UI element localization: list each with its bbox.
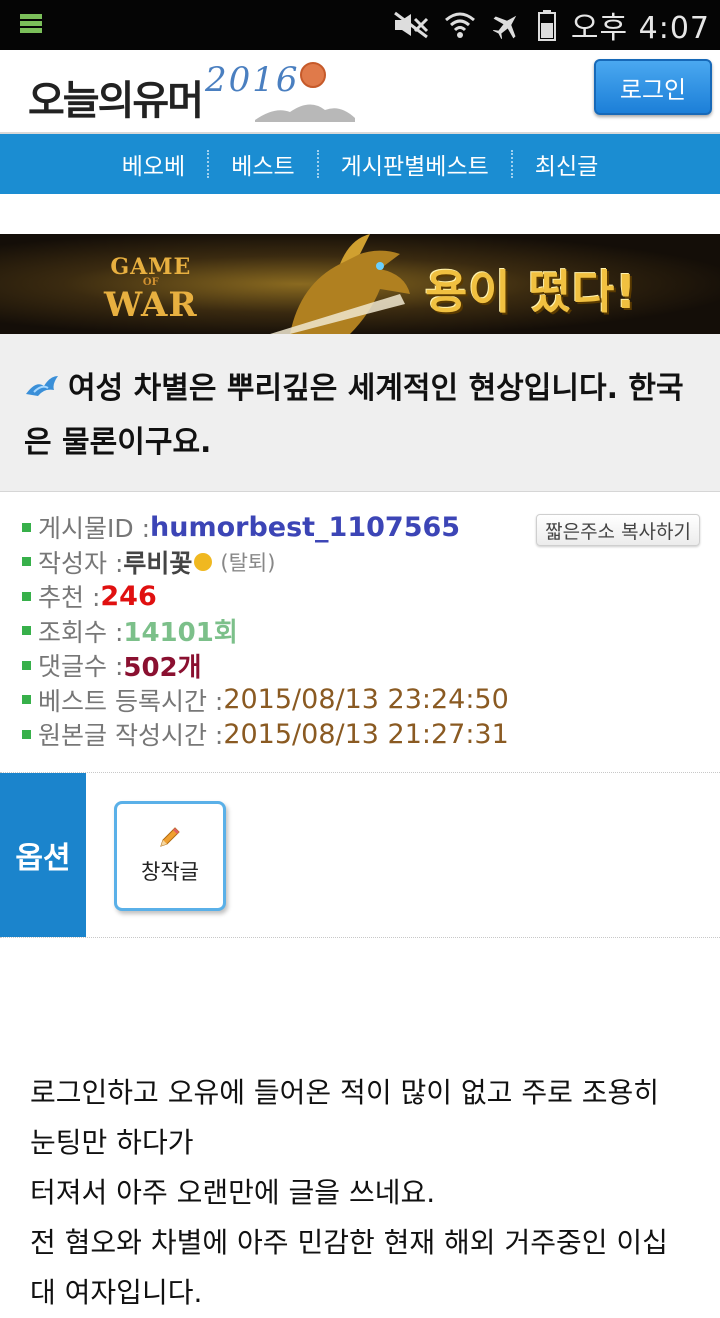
info-row-comments: 댓글수 : 502개: [0, 648, 720, 683]
status-time: 오후 4:07: [570, 11, 710, 46]
bullet-icon: [22, 729, 31, 739]
body-line: 로그인하고 오유에 들어온 적이 많이 없고 주로 조용히 눈팅만 하다가: [30, 1076, 660, 1159]
nav-item-bob[interactable]: 베오베: [100, 147, 207, 181]
logo-seal-icon: [300, 62, 326, 88]
post-id-value: humorbest_1107565: [150, 511, 461, 543]
body-line: 터져서 아주 오랜만에 글을 쓰네요.: [30, 1176, 436, 1209]
info-row-author: 작성자 : 루비꽃 (탈퇴): [0, 545, 720, 580]
bullet-icon: [22, 522, 31, 532]
airplane-icon: [492, 15, 517, 40]
post-body: 로그인하고 오유에 들어온 적이 많이 없고 주로 조용히 눈팅만 하다가 터져…: [30, 1068, 690, 1318]
author-label: 작성자 :: [38, 548, 124, 578]
views-count: 14101회: [123, 618, 238, 649]
orig-time-label: 원본글 작성시간 :: [38, 721, 224, 751]
banner-tagline: 용이 떴다!: [425, 265, 638, 319]
nav-item-best[interactable]: 베스트: [209, 147, 316, 181]
battery-icon: [537, 10, 556, 41]
best-time-label: 베스트 등록시간 :: [38, 686, 224, 716]
dragon-icon: [270, 234, 410, 334]
nav-item-latest[interactable]: 최신글: [513, 147, 620, 181]
option-box: 옵션 창작글: [0, 772, 720, 938]
bullet-icon: [22, 695, 31, 705]
bullet-icon: [22, 557, 31, 567]
bird-icon: [26, 376, 58, 396]
ad-banner[interactable]: GAME OF WAR 용이 떴다!: [0, 234, 720, 334]
login-button[interactable]: 로그인: [594, 59, 712, 115]
copy-short-url-button[interactable]: 짧은주소 복사하기: [536, 514, 700, 546]
info-row-orig-time: 원본글 작성시간 : 2015/08/13 21:27:31: [0, 717, 720, 752]
author-name[interactable]: 루비꽃: [123, 544, 192, 580]
logo-year: 2016: [205, 60, 300, 100]
game-of-war-logo: GAME OF WAR: [104, 254, 198, 325]
id-label: 게시물ID :: [38, 514, 150, 544]
wifi-icon: [444, 12, 475, 38]
post-title: 여성 차별은 뿌리깊은 세계적인 현상입니다. 한국은 물론이구요.: [24, 362, 696, 470]
comments-count: 502개: [123, 652, 202, 683]
status-bar: 오후 4:07: [0, 0, 720, 50]
author-status: (탈퇴): [220, 550, 276, 575]
info-row-recommend: 추천 : 246: [0, 579, 720, 614]
nav-item-board-best[interactable]: 게시판별베스트: [319, 147, 511, 181]
info-row-best-time: 베스트 등록시간 : 2015/08/13 23:24:50: [0, 683, 720, 718]
mute-icon: [393, 11, 428, 39]
post-title-box: 여성 차별은 뿌리깊은 세계적인 현상입니다. 한국은 물론이구요.: [0, 334, 720, 492]
original-content-label: 창작글: [141, 860, 199, 884]
site-header: 오늘의유머 2016 로그인: [0, 50, 720, 134]
ribbon-badge-icon: [194, 552, 213, 571]
comments-label: 댓글수 :: [38, 652, 124, 682]
original-content-card[interactable]: 창작글: [114, 801, 226, 911]
info-row-views: 조회수 : 14101회: [0, 614, 720, 649]
best-time-value: 2015/08/13 23:24:50: [223, 684, 509, 716]
pencil-icon: [160, 827, 180, 847]
logo-mountain-icon: [255, 104, 355, 122]
bullet-icon: [22, 626, 31, 636]
post-info: 짧은주소 복사하기 게시물ID : humorbest_1107565 작성자 …: [0, 510, 720, 752]
option-label: 옵션: [0, 773, 86, 937]
orig-time-value: 2015/08/13 21:27:31: [223, 718, 509, 750]
views-label: 조회수 :: [38, 617, 124, 647]
recommend-count: 246: [100, 580, 157, 612]
main-nav: 베오베 베스트 게시판별베스트 최신글: [0, 134, 720, 194]
recommend-label: 추천 :: [38, 583, 101, 613]
post-title-text: 여성 차별은 뿌리깊은 세계적인 현상입니다. 한국은 물론이구요.: [24, 371, 684, 460]
notification-icon: [20, 14, 42, 36]
site-logo[interactable]: 오늘의유머: [28, 68, 204, 126]
bullet-icon: [22, 591, 31, 601]
body-line: 전 혐오와 차별에 아주 민감한 현재 해외 거주중인 이십대 여자입니다.: [30, 1226, 668, 1309]
bullet-icon: [22, 660, 31, 670]
